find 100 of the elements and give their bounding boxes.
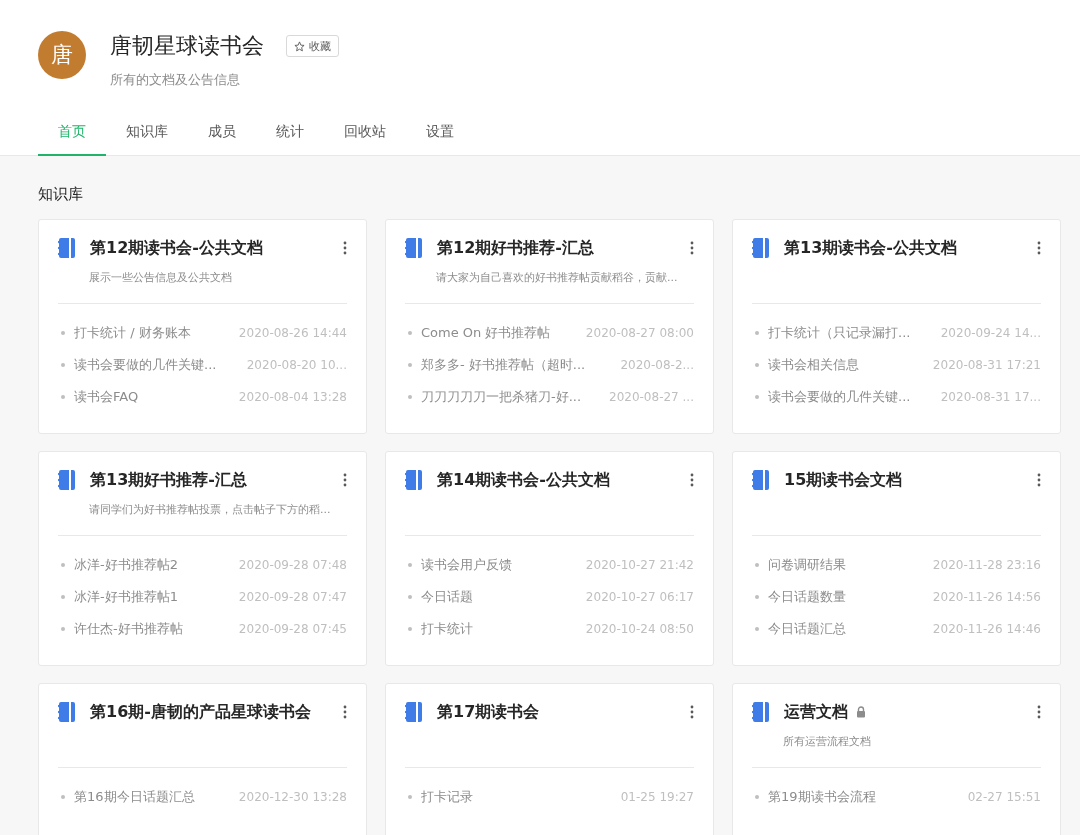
document-time: 2020-12-30 13:28 <box>237 790 347 804</box>
bullet-icon <box>61 395 65 399</box>
bullet-icon <box>755 795 759 799</box>
bullet-icon <box>755 363 759 367</box>
nav-tab[interactable]: 统计 <box>256 113 324 156</box>
bullet-icon <box>755 331 759 335</box>
knowledge-base-card[interactable]: 第13期好书推荐-汇总 请同学们为好书推荐帖投票，点击帖子下方的稻... 冰洋-好书推荐帖2 2020-09-28 07:48 冰洋-好书推荐帖1 2020-09-28 07:47 许仕杰-好书推荐帖 2020-09-28 07:45 <box>38 451 367 666</box>
document-link[interactable]: Come On 好书推荐帖 <box>421 324 551 342</box>
bullet-icon <box>408 795 412 799</box>
document-link[interactable]: 读书会用户反馈 <box>421 556 512 574</box>
knowledge-base-card[interactable]: 第14期读书会-公共文档 读书会用户反馈 2020-10-27 21:42 今日话题 2020-10-27 06:17 打卡统计 2020-10-24 08:50 <box>385 451 714 666</box>
document-link[interactable]: 读书会相关信息 <box>768 356 859 374</box>
more-icon[interactable] <box>690 705 694 719</box>
notebook-icon <box>405 469 423 491</box>
knowledge-base-card[interactable]: 第12期读书会-公共文档 展示一些公告信息及公共文档 打卡统计 / 财务账本 2020-08-26 14:44 读书会要做的几件关键... 2020-08-20 10... 读书会FAQ 2020-08-04 13:28 <box>38 219 367 434</box>
document-link[interactable]: 读书会要做的几件关键... <box>768 388 911 406</box>
document-link[interactable]: 今日话题数量 <box>768 588 846 606</box>
nav-tab[interactable]: 知识库 <box>106 113 188 156</box>
document-time: 2020-08-20 10... <box>245 358 347 372</box>
bullet-icon <box>61 795 65 799</box>
nav-tab[interactable]: 成员 <box>188 113 256 156</box>
knowledge-base-card[interactable]: 第17期读书会 打卡记录 01-25 19:27 <box>385 683 714 835</box>
document-time: 2020-11-26 14:56 <box>931 590 1041 604</box>
document-link[interactable]: 打卡统计（只记录漏打... <box>768 324 911 342</box>
document-time: 02-27 15:51 <box>966 790 1041 804</box>
notebook-icon <box>58 701 76 723</box>
document-time: 2020-09-28 07:45 <box>237 622 347 636</box>
card-title: 15期读书会文档 <box>784 469 903 491</box>
document-link[interactable]: 刀刀刀刀刀一把杀猪刀-好... <box>421 388 582 406</box>
notebook-icon <box>752 237 770 259</box>
knowledge-base-card[interactable]: 第16期-唐韧的产品星球读书会 第16期今日话题汇总 2020-12-30 13:28 <box>38 683 367 835</box>
document-link[interactable]: 冰洋-好书推荐帖1 <box>74 588 178 606</box>
notebook-icon <box>405 701 423 723</box>
knowledge-base-card[interactable]: 第13期读书会-公共文档 打卡统计（只记录漏打... 2020-09-24 14... 读书会相关信息 2020-08-31 17:21 读书会要做的几件关键... 2020-08-31 17... <box>732 219 1061 434</box>
document-time: 2020-08-27 08:00 <box>584 326 694 340</box>
nav-tab[interactable]: 设置 <box>406 113 474 156</box>
document-link[interactable]: 冰洋-好书推荐帖2 <box>74 556 178 574</box>
section-title: 知识库 <box>38 185 84 204</box>
notebook-icon <box>58 237 76 259</box>
document-link[interactable]: 郑多多- 好书推荐帖（超时... <box>421 356 586 374</box>
notebook-icon <box>405 237 423 259</box>
document-time: 2020-10-27 06:17 <box>584 590 694 604</box>
group-title: 唐韧星球读书会 <box>110 32 264 60</box>
card-description: 请大家为自己喜欢的好书推荐帖贡献稻谷，贡献... <box>436 271 678 284</box>
document-time: 2020-09-28 07:47 <box>237 590 347 604</box>
bullet-icon <box>755 627 759 631</box>
bullet-icon <box>408 363 412 367</box>
document-link[interactable]: 今日话题汇总 <box>768 620 846 638</box>
document-time: 2020-08-04 13:28 <box>237 390 347 404</box>
document-link[interactable]: 问卷调研结果 <box>768 556 846 574</box>
document-link[interactable]: 第16期今日话题汇总 <box>74 788 195 806</box>
document-link[interactable]: 打卡统计 / 财务账本 <box>74 324 191 342</box>
card-title: 第12期好书推荐-汇总 <box>437 237 594 259</box>
knowledge-base-card[interactable]: 运营文档 所有运营流程文档 第19期读书会流程 02-27 15:51 <box>732 683 1061 835</box>
bullet-icon <box>61 563 65 567</box>
card-title: 运营文档 <box>784 701 848 723</box>
document-link[interactable]: 打卡记录 <box>421 788 473 806</box>
bullet-icon <box>61 627 65 631</box>
document-time: 2020-09-28 07:48 <box>237 558 347 572</box>
document-link[interactable]: 第19期读书会流程 <box>768 788 876 806</box>
document-time: 2020-11-26 14:46 <box>931 622 1041 636</box>
more-icon[interactable] <box>690 473 694 487</box>
document-link[interactable]: 读书会要做的几件关键... <box>74 356 217 374</box>
document-link[interactable]: 今日话题 <box>421 588 473 606</box>
card-title: 第13期读书会-公共文档 <box>784 237 957 259</box>
knowledge-base-card[interactable]: 15期读书会文档 问卷调研结果 2020-11-28 23:16 今日话题数量 2020-11-26 14:56 今日话题汇总 2020-11-26 14:46 <box>732 451 1061 666</box>
notebook-icon <box>58 469 76 491</box>
knowledge-base-card[interactable]: 第12期好书推荐-汇总 请大家为自己喜欢的好书推荐帖贡献稻谷，贡献... Come On 好书推荐帖 2020-08-27 08:00 郑多多- 好书推荐帖（超时... 2020-08-2... 刀刀刀刀刀一把杀猪刀-好... 2020-08-27 ... <box>385 219 714 434</box>
bullet-icon <box>408 563 412 567</box>
more-icon[interactable] <box>1037 473 1041 487</box>
more-icon[interactable] <box>1037 705 1041 719</box>
card-title: 第13期好书推荐-汇总 <box>90 469 247 491</box>
notebook-icon <box>752 701 770 723</box>
more-icon[interactable] <box>343 241 347 255</box>
document-link[interactable]: 许仕杰-好书推荐帖 <box>74 620 183 638</box>
document-time: 2020-11-28 23:16 <box>931 558 1041 572</box>
bullet-icon <box>755 563 759 567</box>
bullet-icon <box>755 595 759 599</box>
bullet-icon <box>408 395 412 399</box>
card-description: 请同学们为好书推荐帖投票，点击帖子下方的稻... <box>89 503 331 516</box>
nav-tab[interactable]: 回收站 <box>324 113 406 156</box>
favorite-button[interactable]: 收藏 <box>286 35 339 57</box>
bullet-icon <box>61 595 65 599</box>
more-icon[interactable] <box>343 473 347 487</box>
document-time: 2020-08-31 17:21 <box>931 358 1041 372</box>
document-link[interactable]: 打卡统计 <box>421 620 473 638</box>
document-time: 2020-08-31 17... <box>939 390 1041 404</box>
bullet-icon <box>61 331 65 335</box>
more-icon[interactable] <box>1037 241 1041 255</box>
document-time: 2020-10-24 08:50 <box>584 622 694 636</box>
card-title: 第16期-唐韧的产品星球读书会 <box>90 701 311 723</box>
bullet-icon <box>408 331 412 335</box>
group-avatar: 唐 <box>38 31 86 79</box>
card-description: 展示一些公告信息及公共文档 <box>89 271 232 284</box>
more-icon[interactable] <box>343 705 347 719</box>
document-link[interactable]: 读书会FAQ <box>74 388 139 406</box>
document-time: 01-25 19:27 <box>619 790 694 804</box>
document-time: 2020-10-27 21:42 <box>584 558 694 572</box>
document-time: 2020-09-24 14... <box>939 326 1041 340</box>
more-icon[interactable] <box>690 241 694 255</box>
